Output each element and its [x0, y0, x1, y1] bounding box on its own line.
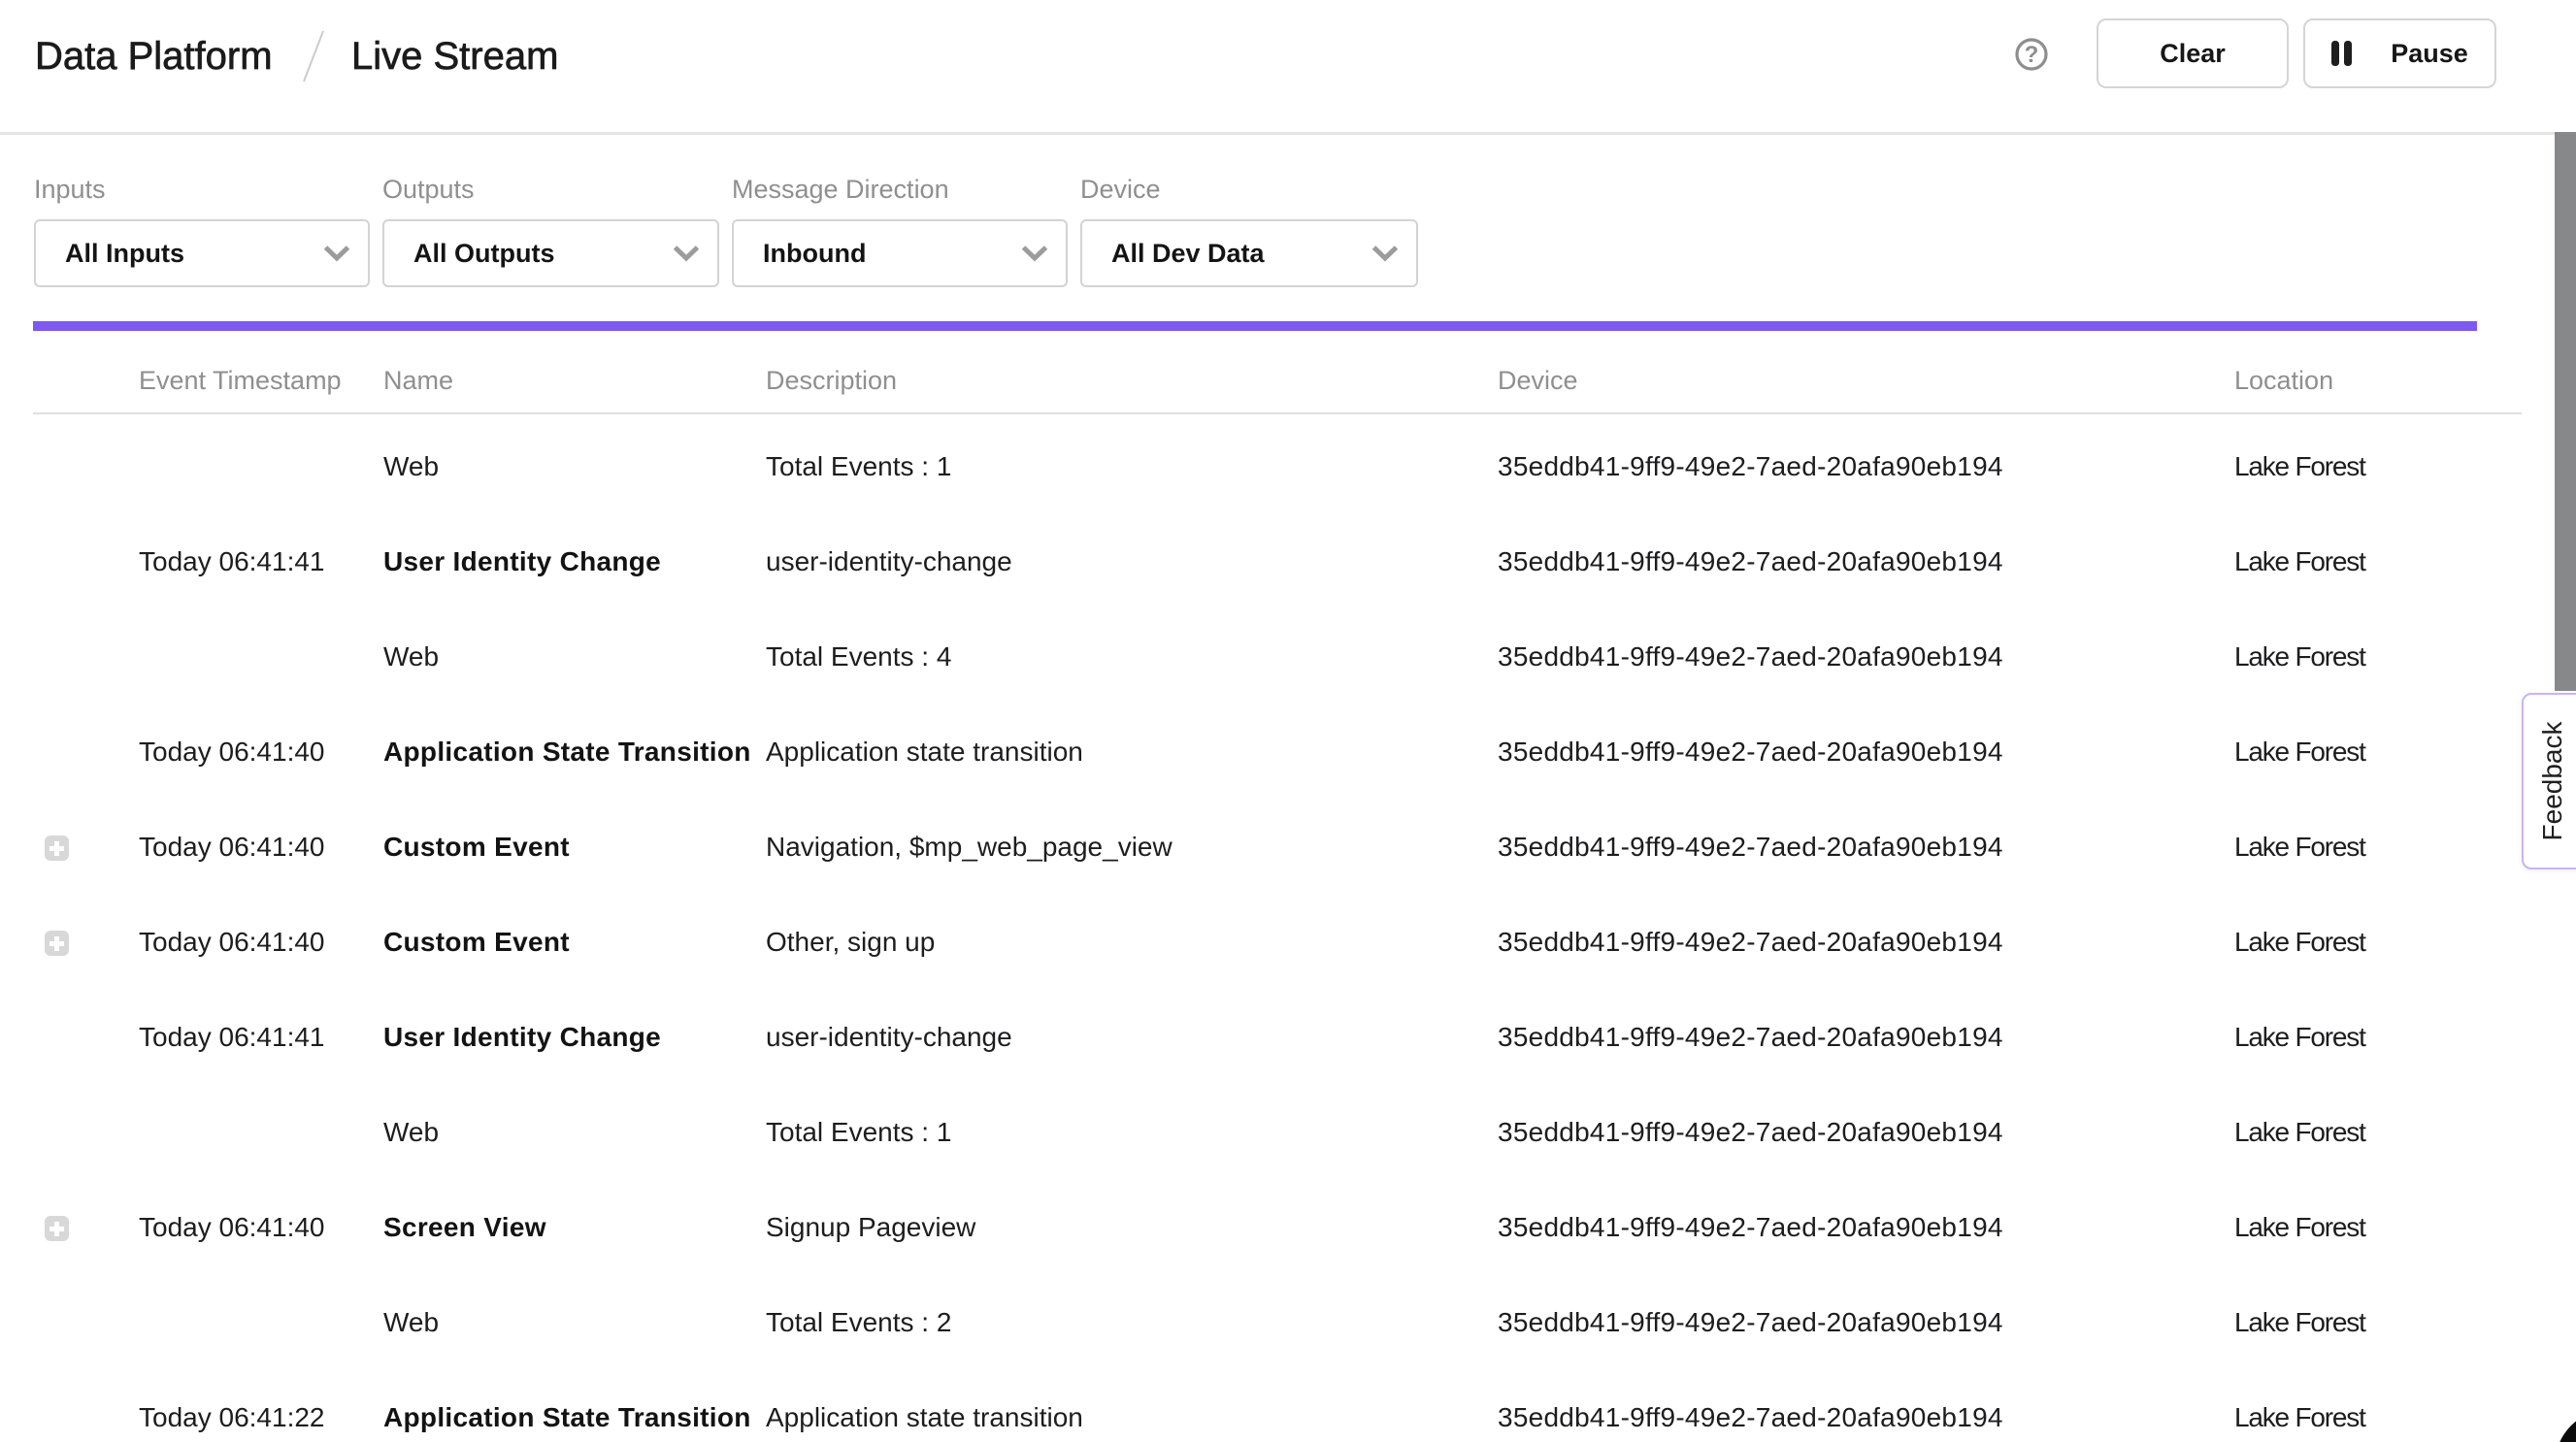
svg-text:?: ?: [2025, 42, 2039, 68]
